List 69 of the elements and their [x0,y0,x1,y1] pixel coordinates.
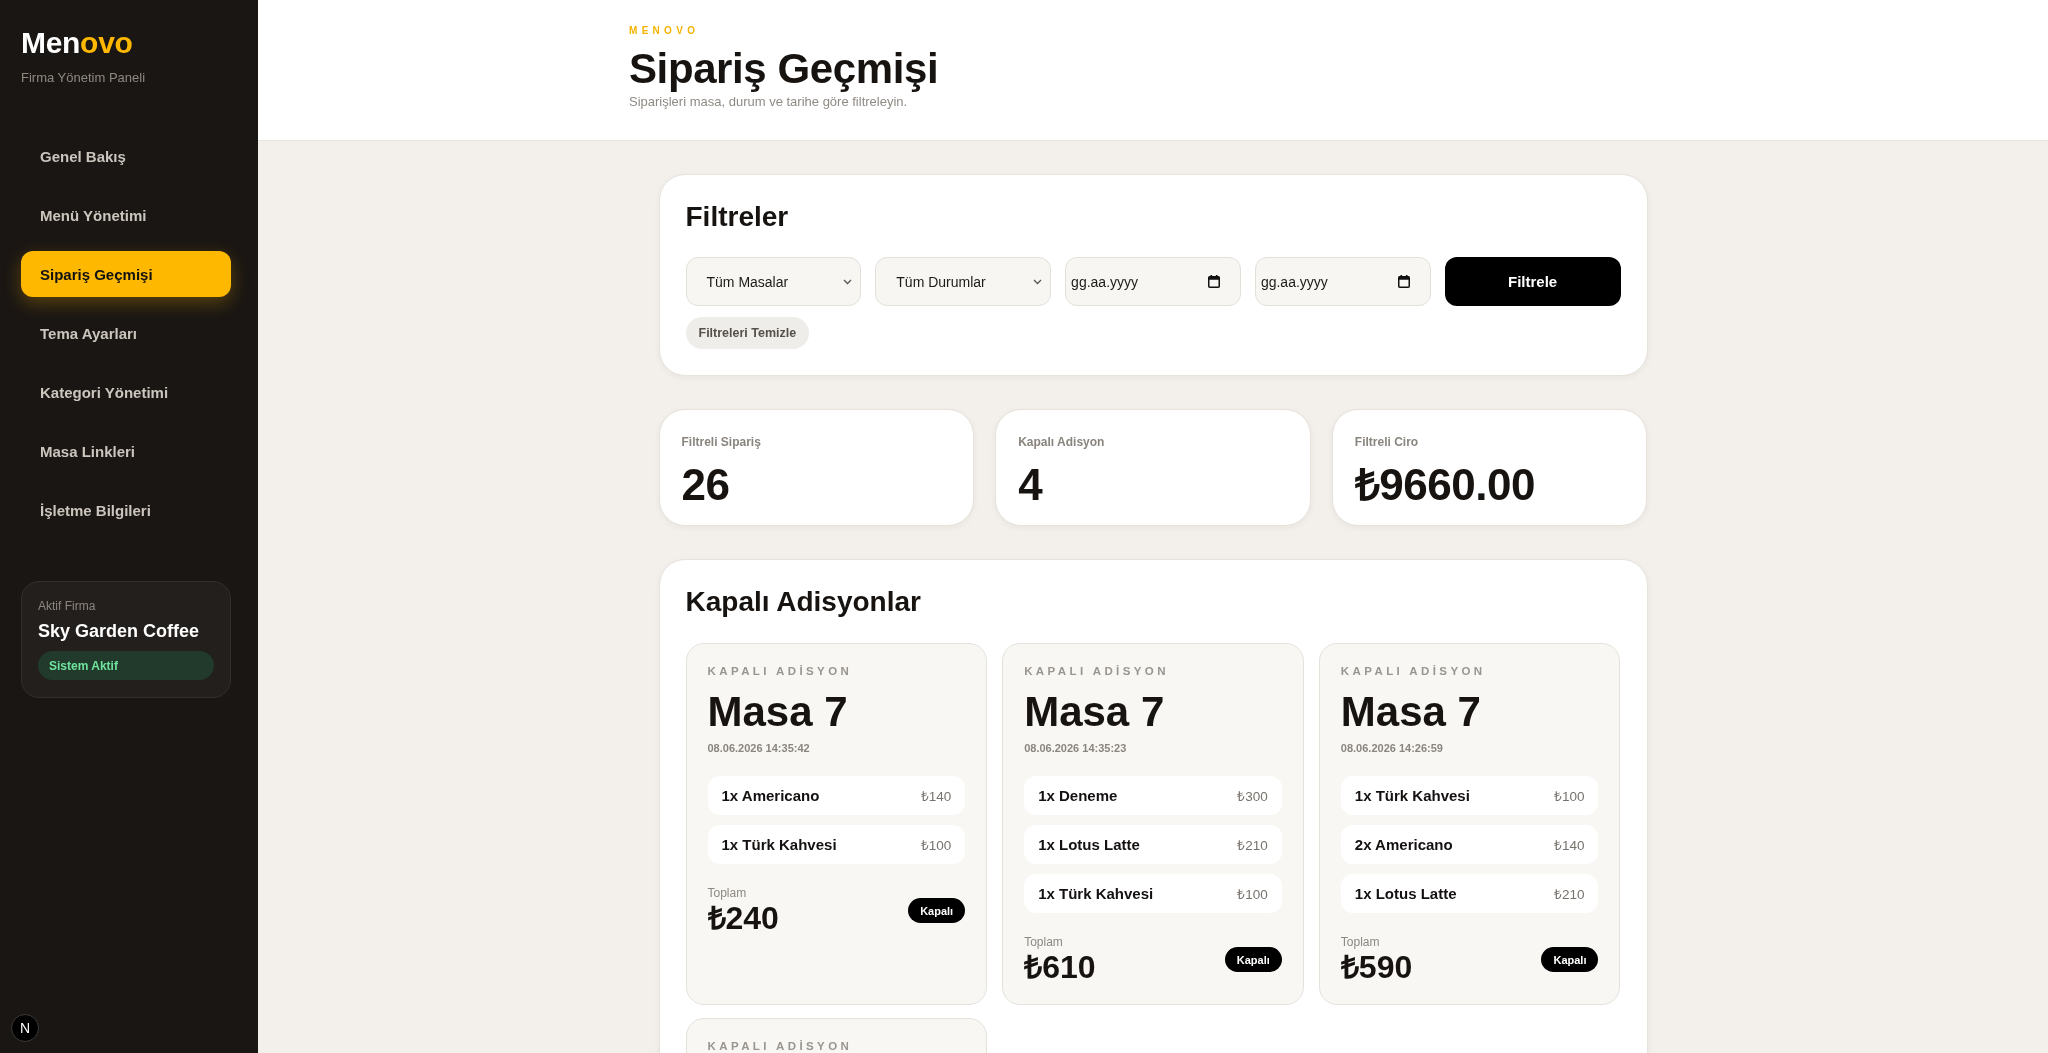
filter-button[interactable]: Filtrele [1444,257,1621,306]
nav-item[interactable]: Menü Yönetimi [21,192,231,238]
chevron-down-icon [1033,278,1043,285]
bill-label: KAPALI ADİSYON [1340,664,1486,678]
bill-time: 08.06.2026 14:35:23 [1024,741,1127,755]
bill-label: KAPALI ADİSYON [707,664,853,678]
total-amount: ₺240 [707,901,779,935]
section-title: Filtreler [685,201,790,233]
total-label: Toplam [1340,935,1380,949]
logo: Menovo [21,26,133,60]
item-price: ₺100 [920,836,952,854]
bill-label: KAPALI ADİSYON [1024,664,1169,678]
stat-value: 26 [681,463,730,507]
nav-item[interactable]: Masa Linkleri [21,428,231,474]
stat-value: 4 [1018,463,1043,507]
stat-label: Kapalı Adisyon [1018,435,1105,449]
item-name: 1x Türk Kahvesi [1038,885,1154,902]
stat-value: ₺9660.00 [1354,463,1535,507]
item-name: 1x Türk Kahvesi [721,836,837,853]
item-name: 2x Americano [1354,836,1453,853]
item-price: ₺140 [1553,836,1585,854]
status-tag: Kapalı [1224,947,1282,972]
item-price: ₺300 [1237,787,1268,805]
bill-time: 08.06.2026 14:35:42 [707,741,810,755]
item-name: 1x Americano [721,787,820,804]
floating-button[interactable]: N [11,1014,39,1042]
item-price: ₺100 [1553,787,1585,805]
total-amount: ₺610 [1024,950,1096,984]
table-name: Masa 7 [1024,689,1165,735]
status-pill: Sistem Aktif [38,651,214,680]
select-field[interactable]: Tüm Durumlar [875,257,1052,306]
firm-label: Aktif Firma [38,599,96,613]
item-price: ₺210 [1553,885,1585,903]
sidebar-subtitle: Firma Yönetim Paneli [21,70,146,86]
item-name: 1x Deneme [1038,787,1118,804]
item-price: ₺100 [1237,885,1268,903]
page-subtitle: Siparişleri masa, durum ve tarihe göre filtreleyin. [629,94,908,110]
calendar-icon [1397,275,1410,288]
stat-label: Filtreli Ciro [1354,435,1419,449]
status-tag: Kapalı [908,898,966,923]
stat-label: Filtreli Sipariş [681,435,761,449]
eyebrow-label: MENOVO [629,25,700,37]
firm-name: Sky Garden Coffee [38,620,200,642]
item-price: ₺140 [920,787,952,805]
date-field[interactable]: gg.aa.yyyy [1254,257,1431,306]
nav-item[interactable]: Kategori Yönetimi [21,369,231,415]
total-amount: ₺590 [1340,950,1413,984]
select-field[interactable]: Tüm Masalar [685,257,862,306]
nav-item[interactable]: Sipariş Geçmişi [21,251,231,297]
item-name: 1x Türk Kahvesi [1354,787,1470,804]
item-price: ₺210 [1237,836,1268,854]
page-title: Sipariş Geçmişi [629,46,939,92]
total-label: Toplam [1024,935,1063,949]
status-tag: Kapalı [1541,947,1599,972]
clear-filters-button[interactable]: Filtreleri Temizle [685,317,810,349]
nav-item[interactable]: Genel Bakış [21,133,231,179]
nav-item[interactable]: Tema Ayarları [21,310,231,356]
total-label: Toplam [707,886,747,900]
item-name: 1x Lotus Latte [1354,885,1457,902]
bill-time: 08.06.2026 14:26:59 [1340,741,1443,755]
calendar-icon [1207,275,1220,288]
date-field[interactable]: gg.aa.yyyy [1065,257,1241,306]
table-name: Masa 7 [707,689,848,735]
section-title: Kapalı Adisyonlar [685,586,922,618]
chevron-down-icon [843,278,853,285]
bill-label: KAPALI ADİSYON [707,1039,853,1053]
item-name: 1x Lotus Latte [1038,836,1140,853]
table-name: Masa 7 [1340,689,1481,735]
nav-item[interactable]: İşletme Bilgileri [21,487,231,533]
